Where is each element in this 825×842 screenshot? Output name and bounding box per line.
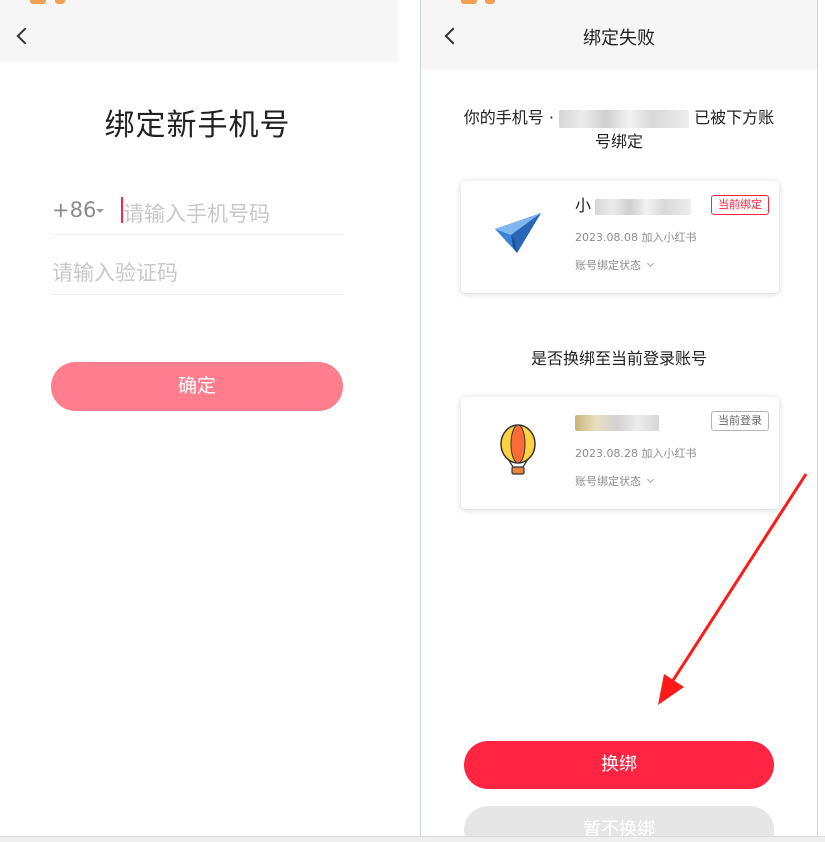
hot-air-balloon-icon xyxy=(500,424,536,475)
bind-failed-message: 你的手机号 · 已被下方账 号绑定 xyxy=(449,106,789,154)
page-title: 绑定新手机号 xyxy=(104,108,291,143)
top-bar: 绑定失败 xyxy=(421,0,817,70)
account-name xyxy=(575,411,659,433)
country-code-selector[interactable]: +86 xyxy=(52,198,96,222)
rebind-question: 是否换绑至当前登录账号 xyxy=(530,349,707,368)
rebind-button[interactable]: 换绑 xyxy=(464,741,774,789)
binding-status-toggle[interactable]: 账号绑定状态 xyxy=(575,257,655,273)
message-prefix: 你的手机号 · xyxy=(463,108,554,127)
back-arrow-icon[interactable] xyxy=(16,27,34,45)
divider xyxy=(52,294,343,295)
joined-date: 2023.08.28 加入小红书 xyxy=(575,447,697,460)
phone-number-input[interactable]: 请输入手机号码 xyxy=(123,198,270,228)
status-bar-indicator xyxy=(461,0,477,4)
bind-failed-screen: 绑定失败 你的手机号 · 已被下方账 号绑定 小 2023.08.08 加入小红… xyxy=(420,0,818,836)
masked-account-name xyxy=(575,414,659,431)
confirm-button[interactable]: 确定 xyxy=(51,362,343,411)
status-bar-indicator xyxy=(485,0,495,4)
status-bar-indicator xyxy=(30,0,46,4)
caret-down-icon[interactable] xyxy=(96,209,104,213)
binding-status-toggle[interactable]: 账号绑定状态 xyxy=(575,473,655,489)
bind-new-phone-screen: 绑定新手机号 +86 请输入手机号码 请输入验证码 确定 xyxy=(0,0,398,842)
bound-account-card: 小 2023.08.08 加入小红书 账号绑定状态 当前绑定 xyxy=(461,181,779,293)
chevron-down-icon xyxy=(646,475,655,484)
skip-rebind-button[interactable]: 暂不换绑 xyxy=(464,806,774,836)
masked-phone-number xyxy=(559,109,690,128)
page-title: 绑定失败 xyxy=(583,28,655,49)
masked-account-name xyxy=(595,198,692,215)
login-account-card: 2023.08.28 加入小红书 账号绑定状态 当前登录 xyxy=(461,397,779,509)
message-suffix: 已被下方账 xyxy=(694,108,775,127)
joined-date: 2023.08.08 加入小红书 xyxy=(575,231,697,244)
current-login-badge: 当前登录 xyxy=(711,411,769,431)
top-bar xyxy=(0,0,398,62)
verification-code-input[interactable]: 请输入验证码 xyxy=(52,257,178,287)
current-bound-badge: 当前绑定 xyxy=(711,195,769,215)
account-name: 小 xyxy=(575,195,692,217)
window-bottom-edge xyxy=(0,836,825,842)
paper-plane-icon xyxy=(495,213,541,253)
divider xyxy=(52,234,343,235)
chevron-down-icon xyxy=(646,259,655,268)
message-suffix: 号绑定 xyxy=(594,132,643,151)
status-bar-indicator xyxy=(55,0,65,4)
